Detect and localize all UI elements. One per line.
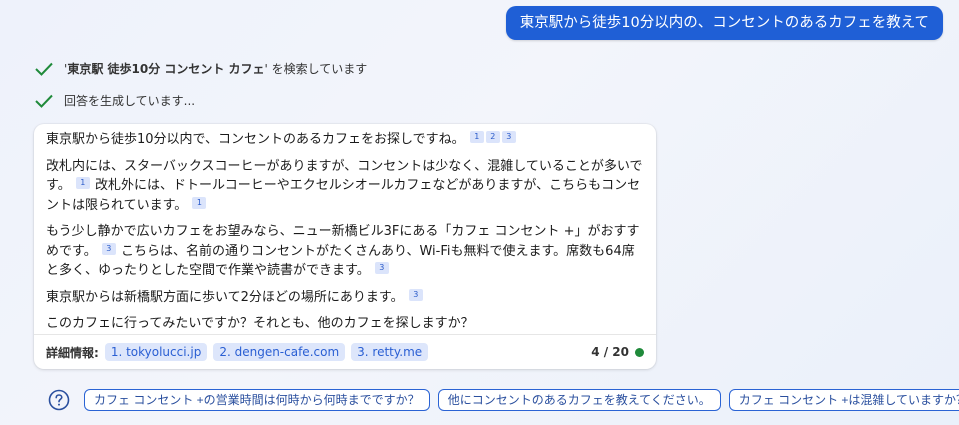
citation-link[interactable]: 2 [485,131,500,143]
citation-link[interactable]: 3 [408,288,423,301]
suggestion-row: カフェ コンセント +の営業時間は何時から何時までですか？ 他にコンセントのある… [48,389,959,411]
checkmark-icon [35,62,53,76]
answer-paragraph: このカフェに行ってみたいですか？それとも、他のカフェを探しますか？ [46,316,474,331]
user-message-bubble: 東京駅から徒歩10分以内の、コンセントのあるカフェを教えて [505,6,943,40]
answer-body: 東京駅から徒歩10分以内で、コンセントのあるカフェをお探しですね。 123 改札… [34,124,656,334]
search-query: 東京駅 徒歩10分 コンセント カフェ [67,62,265,76]
answer-paragraph: もう少し静かで広いカフェをお望みなら、ニュー新橋ビル3Fにある「カフェ コンセン… [46,224,640,278]
citation-link[interactable]: 1 [469,131,484,143]
suggestion-chip-crowded[interactable]: カフェ コンセント +は混雑していますか？ [728,389,959,411]
citation-link[interactable]: 3 [101,242,116,255]
turn-counter: 4 / 20 [591,345,644,359]
source-link[interactable]: 3. retty.me [351,343,429,361]
citation-link[interactable]: 1 [75,177,90,189]
answer-paragraph: 改札内には、スターバックスコーヒーがありますが、コンセントは少なく、混雑している… [46,158,643,213]
source-link[interactable]: 1. tokyolucci.jp [104,343,208,361]
answer-footer: 詳細情報: 1. tokyolucci.jp 2. dengen-cafe.co… [34,334,656,369]
citation-link[interactable]: 1 [192,196,207,209]
status-generating: 回答を生成しています... [34,92,195,109]
suggestion-chip-hours[interactable]: カフェ コンセント +の営業時間は何時から何時までですか？ [84,389,430,411]
status-searching: '東京駅 徒歩10分 コンセント カフェ' を検索しています [34,60,367,77]
sources-label: 詳細情報: [46,345,99,360]
answer-card: 東京駅から徒歩10分以内で、コンセントのあるカフェをお探しですね。 123 改札… [34,124,656,369]
status-dot-icon [635,347,644,357]
citation-link[interactable]: 3 [501,131,516,143]
checkmark-icon [35,94,53,108]
citation-link[interactable]: 3 [374,262,389,274]
question-help-icon[interactable] [48,389,70,411]
source-link[interactable]: 2. dengen-cafe.com [213,343,346,361]
generating-text: 回答を生成しています... [64,94,196,108]
answer-paragraph: 東京駅からは新橋駅方面に歩いて2分ほどの場所にあります。 3 [46,288,644,308]
suggestion-chip-other-cafes[interactable]: 他にコンセントのあるカフェを教えてください。 [437,389,721,411]
answer-paragraph: 東京駅から徒歩10分以内で、コンセントのあるカフェをお探しですね。 123 [46,130,644,150]
chat-page: 東京駅から徒歩10分以内の、コンセントのあるカフェを教えて '東京駅 徒歩10分… [0,0,959,425]
